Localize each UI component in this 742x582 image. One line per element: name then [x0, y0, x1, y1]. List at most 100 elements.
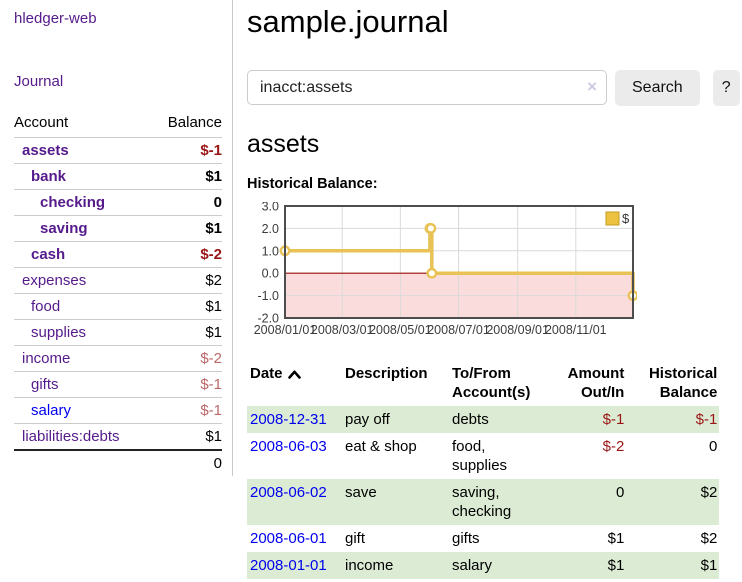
- transaction-amount: $1: [552, 552, 624, 579]
- account-row: expenses $2: [14, 268, 222, 294]
- account-link-checking[interactable]: checking: [40, 194, 105, 211]
- chart-label: Historical Balance:: [247, 176, 742, 192]
- register-header-description: Description: [345, 360, 452, 406]
- register-row: 2008-06-02 save saving, checking 0 $2: [247, 479, 719, 525]
- svg-text:2008/07/01: 2008/07/01: [427, 323, 490, 337]
- transaction-description: save: [345, 479, 452, 525]
- register-header-amount: Amount Out/In: [552, 360, 624, 406]
- account-balance: $-1: [151, 372, 222, 398]
- transaction-date-link[interactable]: 2008-06-03: [250, 438, 327, 455]
- transaction-amount: 0: [552, 479, 624, 525]
- transaction-accounts: saving, checking: [452, 479, 552, 525]
- accounts-header-account: Account: [14, 111, 151, 138]
- search-input[interactable]: [247, 70, 607, 105]
- app-brand: hledger-web: [14, 10, 222, 28]
- svg-text:-1.0: -1.0: [257, 289, 279, 303]
- main-content: sample.journal × Search ? assets Histori…: [233, 0, 742, 582]
- account-balance: $-2: [151, 242, 222, 268]
- accounts-total-row: 0: [14, 450, 222, 476]
- account-balance: $1: [151, 424, 222, 451]
- clear-search-icon[interactable]: ×: [587, 77, 597, 97]
- transaction-date-link[interactable]: 2008-06-01: [250, 530, 327, 547]
- account-row: supplies $1: [14, 320, 222, 346]
- sidebar-item-journal[interactable]: Journal: [14, 73, 63, 90]
- transaction-balance: $2: [624, 525, 719, 552]
- page-title: sample.journal: [247, 4, 742, 40]
- transaction-balance: $-1: [624, 406, 719, 433]
- help-button[interactable]: ?: [713, 70, 740, 106]
- register-row: 2008-01-01 income salary $1 $1: [247, 552, 719, 579]
- transaction-date-link[interactable]: 2008-01-01: [250, 557, 327, 574]
- account-balance: $1: [151, 164, 222, 190]
- historical-balance-chart: $3.02.01.00.0-1.0-2.02008/01/012008/03/0…: [247, 202, 637, 342]
- register-header-accounts: To/From Account(s): [452, 360, 552, 406]
- svg-text:1.0: 1.0: [262, 244, 279, 258]
- account-link-supplies[interactable]: supplies: [31, 324, 86, 341]
- register-header-date[interactable]: Date: [247, 360, 345, 406]
- svg-text:2.0: 2.0: [262, 222, 279, 236]
- register-row: 2008-12-31 pay off debts $-1 $-1: [247, 406, 719, 433]
- svg-text:2008/11/01: 2008/11/01: [545, 323, 607, 337]
- transaction-date-link[interactable]: 2008-06-02: [250, 484, 327, 501]
- account-link-gifts[interactable]: gifts: [31, 376, 59, 393]
- sidebar: hledger-web Journal Account Balance asse…: [0, 0, 233, 582]
- account-row: income $-2: [14, 346, 222, 372]
- app-brand-link[interactable]: hledger-web: [14, 10, 97, 27]
- sort-ascending-icon: [288, 370, 301, 379]
- transaction-description: income: [345, 552, 452, 579]
- account-row: salary $-1: [14, 398, 222, 424]
- account-balance: 0: [151, 190, 222, 216]
- account-link-salary[interactable]: salary: [31, 402, 71, 419]
- accounts-header-balance: Balance: [151, 111, 222, 138]
- sidebar-nav: Journal: [14, 73, 222, 91]
- register-table: Date Description To/From Account(s) Amou…: [247, 360, 719, 579]
- account-row: cash $-2: [14, 242, 222, 268]
- account-heading: assets: [247, 130, 742, 158]
- account-balance: $1: [151, 216, 222, 242]
- transaction-balance: 0: [624, 433, 719, 479]
- transaction-accounts: debts: [452, 406, 552, 433]
- account-link-expenses[interactable]: expenses: [22, 272, 86, 289]
- legend-swatch: [606, 212, 619, 225]
- transaction-balance: $1: [624, 552, 719, 579]
- register-row: 2008-06-03 eat & shop food, supplies $-2…: [247, 433, 719, 479]
- account-link-food[interactable]: food: [31, 298, 60, 315]
- transaction-description: pay off: [345, 406, 452, 433]
- register-header-balance: Historical Balance: [624, 360, 719, 406]
- account-balance: $-1: [151, 398, 222, 424]
- account-link-cash[interactable]: cash: [31, 246, 65, 263]
- svg-text:0.0: 0.0: [262, 267, 279, 281]
- account-balance: $2: [151, 268, 222, 294]
- transaction-amount: $-1: [552, 406, 624, 433]
- account-link-bank[interactable]: bank: [31, 168, 66, 185]
- svg-text:2008/05/01: 2008/05/01: [369, 323, 432, 337]
- search-form: × Search ?: [247, 70, 742, 106]
- account-balance: $-1: [151, 138, 222, 164]
- register-row: 2008-06-01 gift gifts $1 $2: [247, 525, 719, 552]
- account-row: liabilities:debts $1: [14, 424, 222, 451]
- account-link-income[interactable]: income: [22, 350, 70, 367]
- account-link-saving[interactable]: saving: [40, 220, 88, 237]
- transaction-description: eat & shop: [345, 433, 452, 479]
- account-balance: $1: [151, 294, 222, 320]
- transaction-accounts: food, supplies: [452, 433, 552, 479]
- search-button[interactable]: Search: [615, 70, 700, 106]
- svg-text:2008/01/01: 2008/01/01: [254, 323, 317, 337]
- transaction-balance: $2: [624, 479, 719, 525]
- account-row: food $1: [14, 294, 222, 320]
- accounts-table: Account Balance assets $-1 bank $1 check…: [14, 111, 222, 476]
- transaction-accounts: gifts: [452, 525, 552, 552]
- account-row: bank $1: [14, 164, 222, 190]
- account-link-liabilities-debts[interactable]: liabilities:debts: [22, 428, 120, 445]
- account-balance: $-2: [151, 346, 222, 372]
- account-row: checking 0: [14, 190, 222, 216]
- svg-text:2008/09/01: 2008/09/01: [486, 323, 549, 337]
- account-row: gifts $-1: [14, 372, 222, 398]
- transaction-accounts: salary: [452, 552, 552, 579]
- account-link-assets[interactable]: assets: [22, 142, 69, 159]
- account-row: saving $1: [14, 216, 222, 242]
- transaction-amount: $1: [552, 525, 624, 552]
- transaction-date-link[interactable]: 2008-12-31: [250, 411, 327, 428]
- svg-text:2008/03/01: 2008/03/01: [311, 323, 374, 337]
- legend-label: $: [622, 211, 630, 226]
